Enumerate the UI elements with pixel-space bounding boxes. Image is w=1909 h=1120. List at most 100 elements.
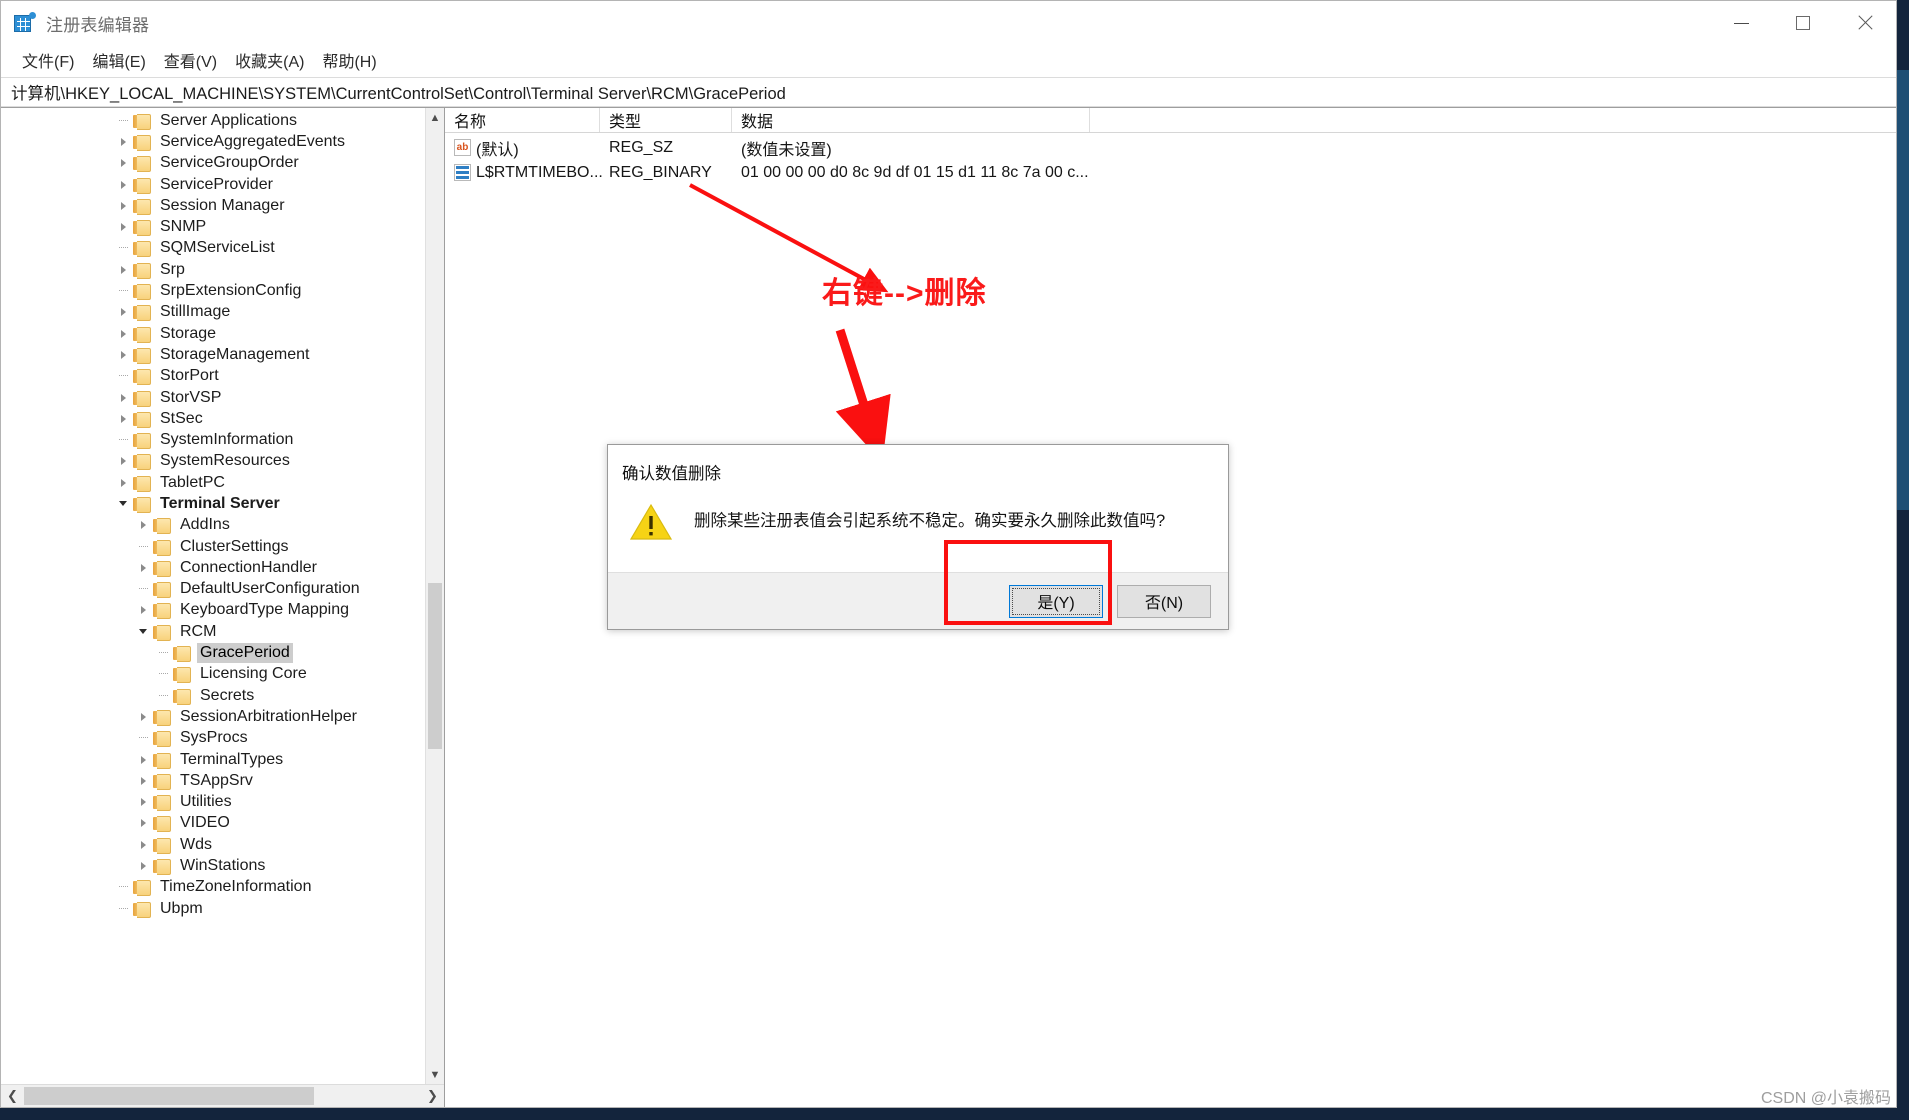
chevron-right-icon[interactable]: [113, 387, 133, 408]
chevron-right-icon[interactable]: [133, 515, 153, 536]
menu-help[interactable]: 帮助(H): [313, 46, 385, 74]
chevron-right-icon[interactable]: [113, 153, 133, 174]
chevron-right-icon[interactable]: [113, 131, 133, 152]
no-button[interactable]: 否(N): [1117, 584, 1211, 618]
chevron-down-icon[interactable]: [133, 621, 153, 642]
chevron-down-icon[interactable]: ▼: [426, 1065, 444, 1084]
tree-item-wds[interactable]: Wds: [1, 834, 425, 855]
close-button[interactable]: [1834, 1, 1896, 45]
tree-item-tsappsrv[interactable]: TSAppSrv: [1, 770, 425, 791]
chevron-right-icon[interactable]: [113, 302, 133, 323]
chevron-right-icon[interactable]: [113, 451, 133, 472]
tree-item-addins[interactable]: AddIns: [1, 515, 425, 536]
column-header-data[interactable]: 数据: [732, 108, 1090, 132]
tree-item-stsec[interactable]: StSec: [1, 408, 425, 429]
tree-connector-line: [113, 429, 133, 450]
menu-favorites[interactable]: 收藏夹(A): [226, 46, 313, 74]
menu-file[interactable]: 文件(F): [13, 46, 83, 74]
tree-item-srpextensionconfig[interactable]: SrpExtensionConfig: [1, 280, 425, 301]
tree-item-serviceprovider[interactable]: ServiceProvider: [1, 174, 425, 195]
tree-item-rcm[interactable]: RCM: [1, 621, 425, 642]
folder-icon: [133, 454, 151, 471]
column-header-name[interactable]: 名称: [445, 108, 600, 132]
tree-vscroll-thumb[interactable]: [428, 583, 442, 749]
tree-item-timezoneinformation[interactable]: TimeZoneInformation: [1, 877, 425, 898]
tree-item-session-manager[interactable]: Session Manager: [1, 195, 425, 216]
chevron-right-icon[interactable]: [113, 259, 133, 280]
tree-vertical-scrollbar[interactable]: ▲ ▼: [425, 108, 444, 1084]
chevron-right-icon[interactable]: [113, 344, 133, 365]
table-row[interactable]: ab (默认) REG_SZ (数值未设置): [445, 135, 1896, 160]
tree-horizontal-scrollbar[interactable]: ❮ ❯: [1, 1084, 444, 1107]
tree-connector-line: [113, 280, 133, 301]
address-bar[interactable]: 计算机\HKEY_LOCAL_MACHINE\SYSTEM\CurrentCon…: [1, 77, 1896, 107]
tree-item-storage[interactable]: Storage: [1, 323, 425, 344]
tree-item-video[interactable]: VIDEO: [1, 813, 425, 834]
chevron-right-icon[interactable]: [113, 195, 133, 216]
chevron-right-icon[interactable]: [133, 770, 153, 791]
tree-item-srp[interactable]: Srp: [1, 259, 425, 280]
chevron-right-icon[interactable]: [113, 174, 133, 195]
chevron-left-icon[interactable]: ❮: [1, 1085, 24, 1108]
tree-item-terminaltypes[interactable]: TerminalTypes: [1, 749, 425, 770]
chevron-right-icon[interactable]: [133, 792, 153, 813]
tree-item-stillimage[interactable]: StillImage: [1, 302, 425, 323]
chevron-right-icon[interactable]: [133, 557, 153, 578]
minimize-button[interactable]: [1710, 1, 1772, 45]
chevron-right-icon[interactable]: [133, 600, 153, 621]
tree-item-graceperiod[interactable]: GracePeriod: [1, 642, 425, 664]
tree-item-connectionhandler[interactable]: ConnectionHandler: [1, 557, 425, 578]
tree-item-tabletpc[interactable]: TabletPC: [1, 472, 425, 493]
tree-item-utilities[interactable]: Utilities: [1, 792, 425, 813]
folder-icon: [133, 241, 151, 258]
chevron-down-icon[interactable]: [113, 493, 133, 514]
chevron-right-icon[interactable]: [133, 706, 153, 727]
tree-item-sysprocs[interactable]: SysProcs: [1, 728, 425, 749]
tree-vscroll-track[interactable]: [426, 127, 444, 1065]
tree-item-keyboardtype-mapping[interactable]: KeyboardType Mapping: [1, 600, 425, 621]
menu-edit[interactable]: 编辑(E): [83, 46, 154, 74]
maximize-button[interactable]: [1772, 1, 1834, 45]
tree-item-snmp[interactable]: SNMP: [1, 216, 425, 237]
tree-item-storagemanagement[interactable]: StorageManagement: [1, 344, 425, 365]
tree-item-sessionarbitrationhelper[interactable]: SessionArbitrationHelper: [1, 706, 425, 727]
tree-item-server-applications[interactable]: Server Applications: [1, 110, 425, 131]
tree-connector-line: [153, 642, 173, 663]
tree-item-clustersettings[interactable]: ClusterSettings: [1, 536, 425, 557]
chevron-right-icon[interactable]: [113, 408, 133, 429]
chevron-right-icon[interactable]: [113, 323, 133, 344]
tree-item-secrets[interactable]: Secrets: [1, 685, 425, 706]
chevron-up-icon[interactable]: ▲: [426, 108, 444, 127]
tree-item-storvsp[interactable]: StorVSP: [1, 387, 425, 408]
tree-item-systeminformation[interactable]: SystemInformation: [1, 429, 425, 450]
tree-item-serviceaggregatedevents[interactable]: ServiceAggregatedEvents: [1, 131, 425, 152]
tree-hscroll-track[interactable]: [24, 1085, 421, 1107]
chevron-right-icon[interactable]: [133, 813, 153, 834]
table-row[interactable]: L$RTMTIMEBO... REG_BINARY 01 00 00 00 d0 8…: [445, 160, 1896, 185]
registry-tree[interactable]: Server Applications ServiceAggregatedEven…: [1, 108, 425, 1084]
chevron-right-icon[interactable]: [133, 749, 153, 770]
tree-item-ubpm[interactable]: Ubpm: [1, 898, 425, 919]
chevron-right-icon[interactable]: [133, 834, 153, 855]
tree-item-licensing-core[interactable]: Licensing Core: [1, 664, 425, 685]
tree-item-terminal-server[interactable]: Terminal Server: [1, 493, 425, 514]
tree-item-defaultuserconfiguration[interactable]: DefaultUserConfiguration: [1, 579, 425, 600]
tree-item-winstations[interactable]: WinStations: [1, 855, 425, 876]
chevron-right-icon[interactable]: ❯: [421, 1085, 444, 1108]
tree-item-servicegrouporder[interactable]: ServiceGroupOrder: [1, 153, 425, 174]
tree-item-systemresources[interactable]: SystemResources: [1, 451, 425, 472]
menu-view[interactable]: 查看(V): [155, 46, 226, 74]
tree-item-storport[interactable]: StorPort: [1, 366, 425, 387]
chevron-right-icon[interactable]: [133, 855, 153, 876]
tree-item-sqmservicelist[interactable]: SQMServiceList: [1, 238, 425, 259]
tree-item-label: Secrets: [200, 686, 255, 704]
column-header-type[interactable]: 类型: [600, 108, 732, 132]
tree-hscroll-thumb[interactable]: [24, 1087, 314, 1105]
yes-button[interactable]: 是(Y): [1009, 584, 1103, 618]
chevron-right-icon[interactable]: [113, 472, 133, 493]
chevron-right-icon[interactable]: [113, 216, 133, 237]
